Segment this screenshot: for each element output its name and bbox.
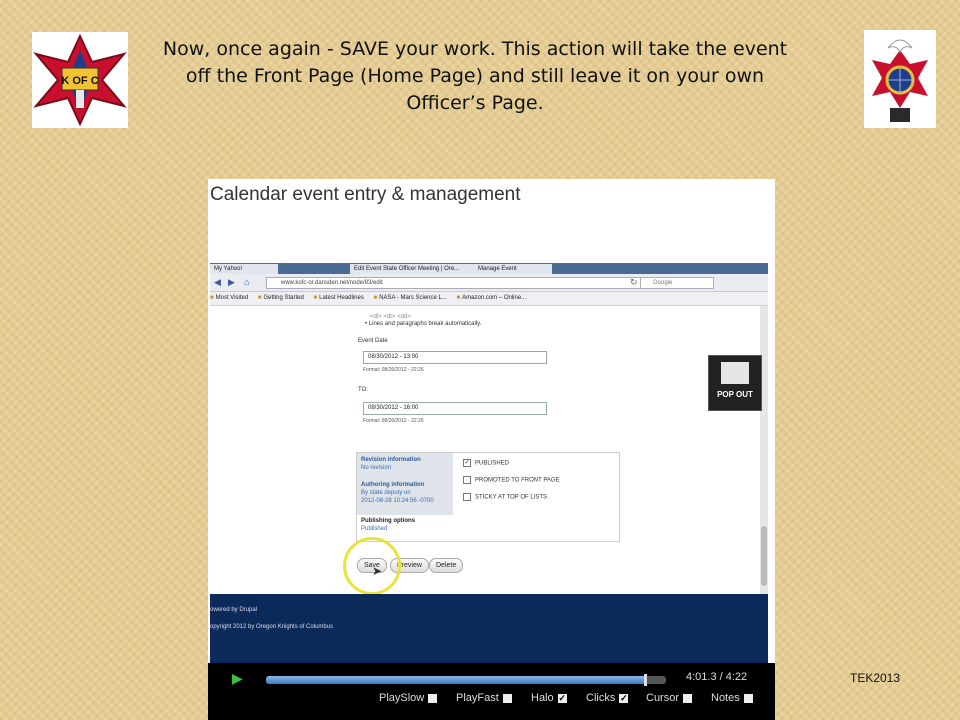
published-checkbox[interactable]: ✓ PUBLISHED (463, 459, 509, 468)
page-content: <dl> <dt> <dd> • Lines and paragraphs br… (210, 306, 760, 594)
refresh-icon[interactable]: ↻ (630, 277, 638, 288)
notes-toggle[interactable]: Notes (711, 692, 753, 704)
tab-authoring-information[interactable]: Authoring information By state deputy on… (361, 481, 434, 505)
bookmarks-bar: Most Visited Getting Started Latest Head… (210, 292, 768, 306)
sticky-checkbox[interactable]: STICKY AT TOP OF LISTS (463, 493, 547, 502)
fourth-degree-emblem-logo (864, 30, 936, 128)
bookmark-item[interactable]: Amazon.com – Online... (457, 295, 527, 301)
promoted-checkbox[interactable]: PROMOTED TO FRONT PAGE (463, 476, 560, 485)
date-format-hint: Format: 08/26/2012 - 22:26 (363, 418, 424, 424)
footer-powered: owered by Drupal (210, 607, 258, 613)
slide-title: Now, once again - SAVE your work. This a… (162, 38, 788, 114)
to-label: TO: (358, 387, 368, 393)
pop-out-icon (721, 362, 749, 384)
check-icon: ✓ (463, 459, 471, 467)
back-icon[interactable]: ◀ (214, 277, 221, 288)
tab-title: Publishing options (361, 518, 415, 524)
progress-handle[interactable] (644, 674, 647, 686)
toggle-label: Notes (711, 692, 740, 704)
video-panel: Calendar event entry & management My Yah… (208, 179, 775, 720)
toggle-checkbox[interactable] (743, 693, 753, 703)
svg-text:K OF C: K OF C (61, 75, 98, 87)
browser-tab[interactable]: Manage Event (474, 264, 552, 274)
checkbox-box (463, 476, 471, 484)
tab-publishing-options[interactable]: Publishing options Published (361, 517, 415, 533)
play-icon[interactable]: ▶ (232, 670, 243, 687)
site-footer: owered by Drupal opyright 2012 by Oregon… (210, 594, 768, 663)
playback-time: 4:01.3 / 4:22 (686, 671, 748, 683)
pop-out-button[interactable]: POP OUT (708, 355, 762, 411)
playslow-toggle[interactable]: PlaySlow (379, 692, 438, 704)
date-format-hint: Format: 08/26/2012 - 22:26 (363, 367, 424, 373)
mouse-cursor-icon: ➤ (372, 564, 383, 578)
browser-tab[interactable]: My Yahoo! (210, 264, 278, 274)
toggle-checkbox[interactable] (502, 693, 512, 703)
toggle-checkbox[interactable] (683, 693, 693, 703)
progress-bar[interactable] (266, 674, 666, 686)
progress-fill (266, 676, 646, 684)
checkbox-label: PROMOTED TO FRONT PAGE (475, 477, 560, 484)
browser-screenshot: My Yahoo! Edit Event State Officer Meeti… (210, 263, 768, 663)
tab-title: Revision information (361, 457, 421, 463)
browser-tab[interactable]: Edit Event State Officer Meeting | Ore..… (350, 264, 478, 274)
clicks-toggle[interactable]: Clicks ✓ (586, 692, 629, 704)
toggle-label: PlayFast (456, 692, 499, 704)
browser-tab-bar: My Yahoo! Edit Event State Officer Meeti… (210, 263, 768, 274)
vertical-tabs: Revision information No revision Authori… (356, 452, 620, 542)
toggle-checkbox[interactable] (428, 693, 438, 703)
forward-icon[interactable]: ▶ (228, 277, 235, 288)
url-bar[interactable]: www.kofc-or.dansden.net/node/83/edit (266, 277, 642, 289)
bookmark-item[interactable]: NASA - Mars Science L... (374, 295, 447, 301)
cursor-toggle[interactable]: Cursor (646, 692, 693, 704)
tab-title: Authoring information (361, 482, 425, 488)
event-date-label: Event Date (358, 338, 388, 344)
checkbox-label: STICKY AT TOP OF LISTS (475, 494, 548, 501)
kofc-emblem-logo: K OF C (32, 32, 128, 128)
playfast-toggle[interactable]: PlayFast (456, 692, 512, 704)
footer-tag: TEK2013 (850, 671, 901, 685)
toggle-label: Cursor (646, 692, 680, 704)
page-scrollbar[interactable] (760, 306, 768, 594)
tab-summary: 2012-08-28 10:24:56 -0700 (361, 498, 434, 504)
delete-button[interactable]: Delete (429, 558, 464, 573)
toggle-checkbox[interactable]: ✓ (557, 693, 567, 703)
toggle-label: Halo (531, 692, 554, 704)
home-icon[interactable]: ⌂ (244, 277, 249, 287)
input-tips-tags: <dl> <dt> <dd> (370, 314, 411, 320)
tab-revision-information[interactable]: Revision information No revision (361, 456, 421, 472)
footer-copyright: opyright 2012 by Oregon Knights of Colum… (210, 624, 334, 630)
halo-toggle[interactable]: Halo ✓ (531, 692, 567, 704)
bookmark-item[interactable]: Most Visited (210, 295, 248, 301)
checkbox-label: PUBLISHED (475, 460, 510, 467)
video-heading: Calendar event entry & management (210, 184, 521, 205)
pop-out-label: POP OUT (717, 390, 753, 399)
input-tips-line: • Lines and paragraphs break automatical… (365, 321, 482, 327)
search-input[interactable]: Google (640, 277, 714, 289)
input-tips-text: Lines and paragraphs break automatically… (368, 321, 482, 327)
checkbox-box (463, 493, 471, 501)
to-date-input[interactable]: 08/30/2012 - 16:00 (363, 402, 547, 415)
tab-summary: Published (361, 526, 388, 532)
browser-nav-bar: ◀ ▶ ⌂ www.kofc-or.dansden.net/node/83/ed… (210, 274, 768, 292)
bookmark-item[interactable]: Getting Started (258, 295, 304, 301)
tab-summary: By state deputy on (361, 490, 411, 496)
toggle-checkbox[interactable]: ✓ (619, 693, 629, 703)
toggle-label: PlaySlow (379, 692, 425, 704)
toggle-label: Clicks (586, 692, 616, 704)
bookmark-item[interactable]: Latest Headlines (314, 295, 364, 301)
event-date-input[interactable]: 08/30/2012 - 13:00 (363, 351, 547, 364)
video-player-controls: ▶ 4:01.3 / 4:22 PlaySlow PlayFast Halo ✓ … (208, 663, 775, 720)
tab-summary: No revision (361, 465, 392, 471)
scroll-thumb[interactable] (761, 526, 767, 586)
